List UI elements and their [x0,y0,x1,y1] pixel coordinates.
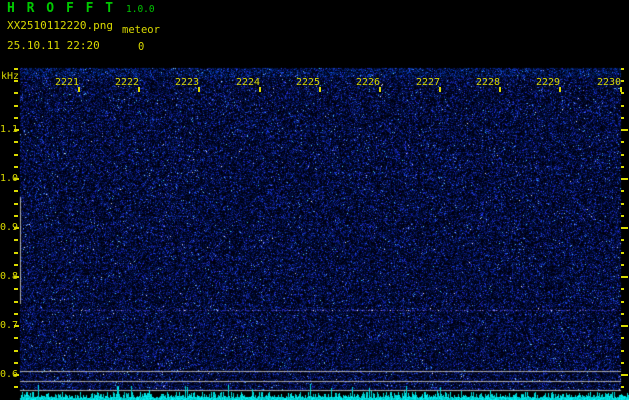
freq-tick-left [14,141,18,144]
capture-filename: XX2510112220.png [7,19,113,32]
time-label: 2229 [535,77,561,88]
time-label: 2228 [475,77,501,88]
freq-tick-left [14,190,18,193]
freq-tick-right [621,300,624,303]
time-tick [379,87,381,92]
freq-tick-right [621,165,624,168]
freq-tick-left [14,312,18,315]
freq-label: 0.9 [0,222,19,233]
freq-tick-right [621,374,628,376]
freq-tick-right [621,129,628,131]
freq-tick-right [621,153,624,156]
freq-label: 1.0 [0,173,19,184]
time-tick [620,87,622,92]
freq-tick-left [14,80,18,82]
time-label: 2225 [295,77,321,88]
freq-tick-right [621,325,628,327]
spectrogram-canvas [0,0,629,400]
time-label: 2226 [355,77,381,88]
time-tick [319,87,321,92]
freq-tick-left [14,165,18,168]
freq-label: 0.7 [0,320,19,331]
time-tick [138,87,140,92]
time-label: 2223 [174,77,200,88]
freq-tick-left [14,288,18,291]
freq-tick-left [14,214,18,217]
time-tick [559,87,561,92]
freq-tick-right [621,288,624,291]
freq-tick-left [14,202,18,205]
freq-tick-right [621,92,624,95]
freq-tick-left [14,300,18,303]
time-tick [78,87,80,92]
freq-tick-right [621,104,624,107]
app-title: H R O F F T [7,1,116,16]
time-tick [259,87,261,92]
time-tick [499,87,501,92]
freq-tick-right [621,349,624,352]
freq-tick-right [621,263,624,266]
freq-tick-right [621,67,624,70]
mode-label: meteor [122,24,160,36]
freq-tick-right [621,80,624,82]
freq-tick-left [14,337,18,340]
freq-tick-right [621,214,624,217]
freq-tick-left [14,386,18,389]
freq-tick-right [621,386,624,389]
freq-tick-left [14,251,18,254]
freq-tick-left [14,92,18,95]
freq-tick-right [621,239,624,242]
freq-tick-right [621,202,624,205]
hrofft-window: H R O F F T 1.0.0 XX2510112220.png meteo… [0,0,629,400]
freq-tick-left [14,153,18,156]
freq-tick-right [621,337,624,340]
freq-tick-right [621,116,624,119]
freq-tick-left [14,67,18,70]
freq-tick-right [621,178,628,180]
freq-tick-right [621,361,624,364]
time-label: 2227 [415,77,441,88]
meteor-count: 0 [138,41,145,53]
freq-label: 1.1 [0,124,19,135]
freq-tick-left [14,104,18,107]
time-label: 2222 [114,77,140,88]
time-tick [198,87,200,92]
freq-tick-right [621,312,624,315]
time-tick [439,87,441,92]
capture-datetime: 25.10.11 22:20 [7,39,100,52]
freq-tick-left [14,361,18,364]
freq-tick-right [621,141,624,144]
app-version: 1.0.0 [126,4,155,15]
time-label: 2230 [596,77,622,88]
freq-tick-right [621,251,624,254]
freq-tick-left [14,239,18,242]
freq-tick-right [621,276,628,278]
freq-label: 0.8 [0,271,19,282]
time-label: 2221 [54,77,80,88]
freq-tick-left [14,116,18,119]
freq-tick-right [621,190,624,193]
freq-label: 0.6 [0,369,19,380]
freq-tick-left [14,263,18,266]
time-label: 2224 [235,77,261,88]
freq-tick-left [14,349,18,352]
freq-tick-right [621,227,628,229]
